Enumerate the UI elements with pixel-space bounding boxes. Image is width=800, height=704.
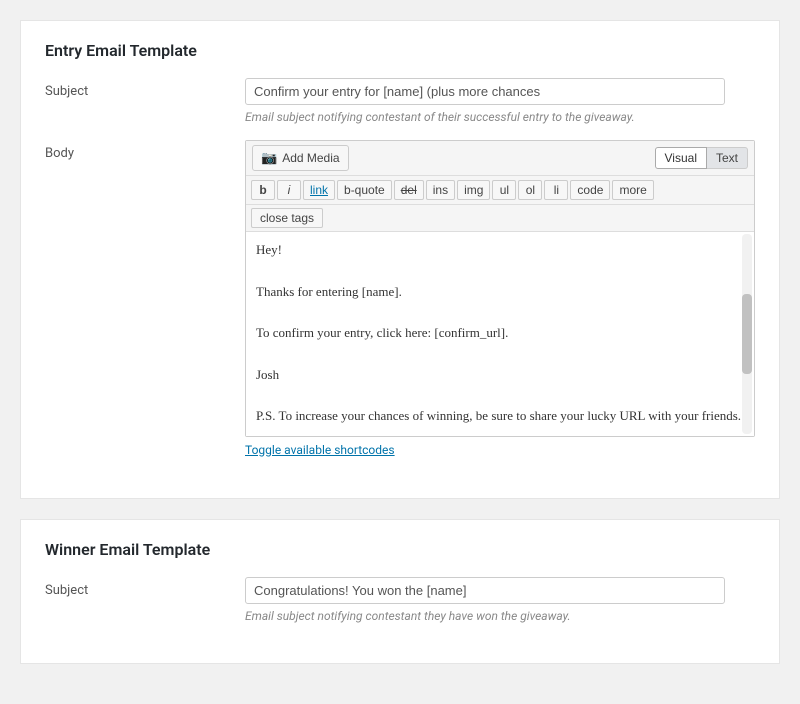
li-button[interactable]: li <box>544 180 568 200</box>
scrollbar-track <box>742 234 752 434</box>
winner-subject-hint: Email subject notifying contestant they … <box>245 609 725 623</box>
more-button[interactable]: more <box>612 180 653 200</box>
winner-section-title: Winner Email Template <box>45 540 755 559</box>
bquote-button[interactable]: b-quote <box>337 180 392 200</box>
close-tags-row: close tags <box>246 205 754 232</box>
text-tab[interactable]: Text <box>707 147 748 169</box>
italic-button[interactable]: i <box>277 180 301 200</box>
editor-top-bar: 📷 Add Media Visual Text <box>246 141 754 176</box>
entry-body-row: Body 📷 Add Media Visual Text b <box>45 140 755 458</box>
add-media-label: Add Media <box>282 151 339 165</box>
entry-subject-label: Subject <box>45 78 245 99</box>
winner-subject-input[interactable] <box>245 577 725 604</box>
scrollbar-thumb[interactable] <box>742 294 752 374</box>
entry-subject-content: Email subject notifying contestant of th… <box>245 78 755 124</box>
link-button[interactable]: link <box>303 180 335 200</box>
toggle-shortcodes-link[interactable]: Toggle available shortcodes <box>245 443 395 457</box>
visual-tab[interactable]: Visual <box>655 147 707 169</box>
winner-email-section: Winner Email Template Subject Email subj… <box>20 519 780 664</box>
img-button[interactable]: img <box>457 180 490 200</box>
editor-wrap: 📷 Add Media Visual Text b i link b-quote… <box>245 140 755 437</box>
entry-subject-hint: Email subject notifying contestant of th… <box>245 110 725 124</box>
winner-subject-content: Email subject notifying contestant they … <box>245 577 755 623</box>
entry-section-title: Entry Email Template <box>45 41 755 60</box>
ins-button[interactable]: ins <box>426 180 455 200</box>
close-tags-button[interactable]: close tags <box>251 208 323 228</box>
format-toolbar: b i link b-quote del ins img ul ol li co… <box>246 176 754 205</box>
bold-button[interactable]: b <box>251 180 275 200</box>
entry-body-label: Body <box>45 140 245 161</box>
winner-subject-row: Subject Email subject notifying contesta… <box>45 577 755 623</box>
entry-email-section: Entry Email Template Subject Email subje… <box>20 20 780 499</box>
entry-body-content: 📷 Add Media Visual Text b i link b-quote… <box>245 140 755 458</box>
ol-button[interactable]: ol <box>518 180 542 200</box>
code-button[interactable]: code <box>570 180 610 200</box>
del-button[interactable]: del <box>394 180 424 200</box>
entry-subject-input[interactable] <box>245 78 725 105</box>
editor-body: Hey! Thanks for entering [name]. To conf… <box>246 232 754 436</box>
body-textarea[interactable]: Hey! Thanks for entering [name]. To conf… <box>246 232 754 432</box>
view-tabs: Visual Text <box>655 147 748 169</box>
winner-subject-label: Subject <box>45 577 245 598</box>
ul-button[interactable]: ul <box>492 180 516 200</box>
add-media-icon: 📷 <box>261 150 277 166</box>
entry-subject-row: Subject Email subject notifying contesta… <box>45 78 755 124</box>
add-media-button[interactable]: 📷 Add Media <box>252 145 349 171</box>
